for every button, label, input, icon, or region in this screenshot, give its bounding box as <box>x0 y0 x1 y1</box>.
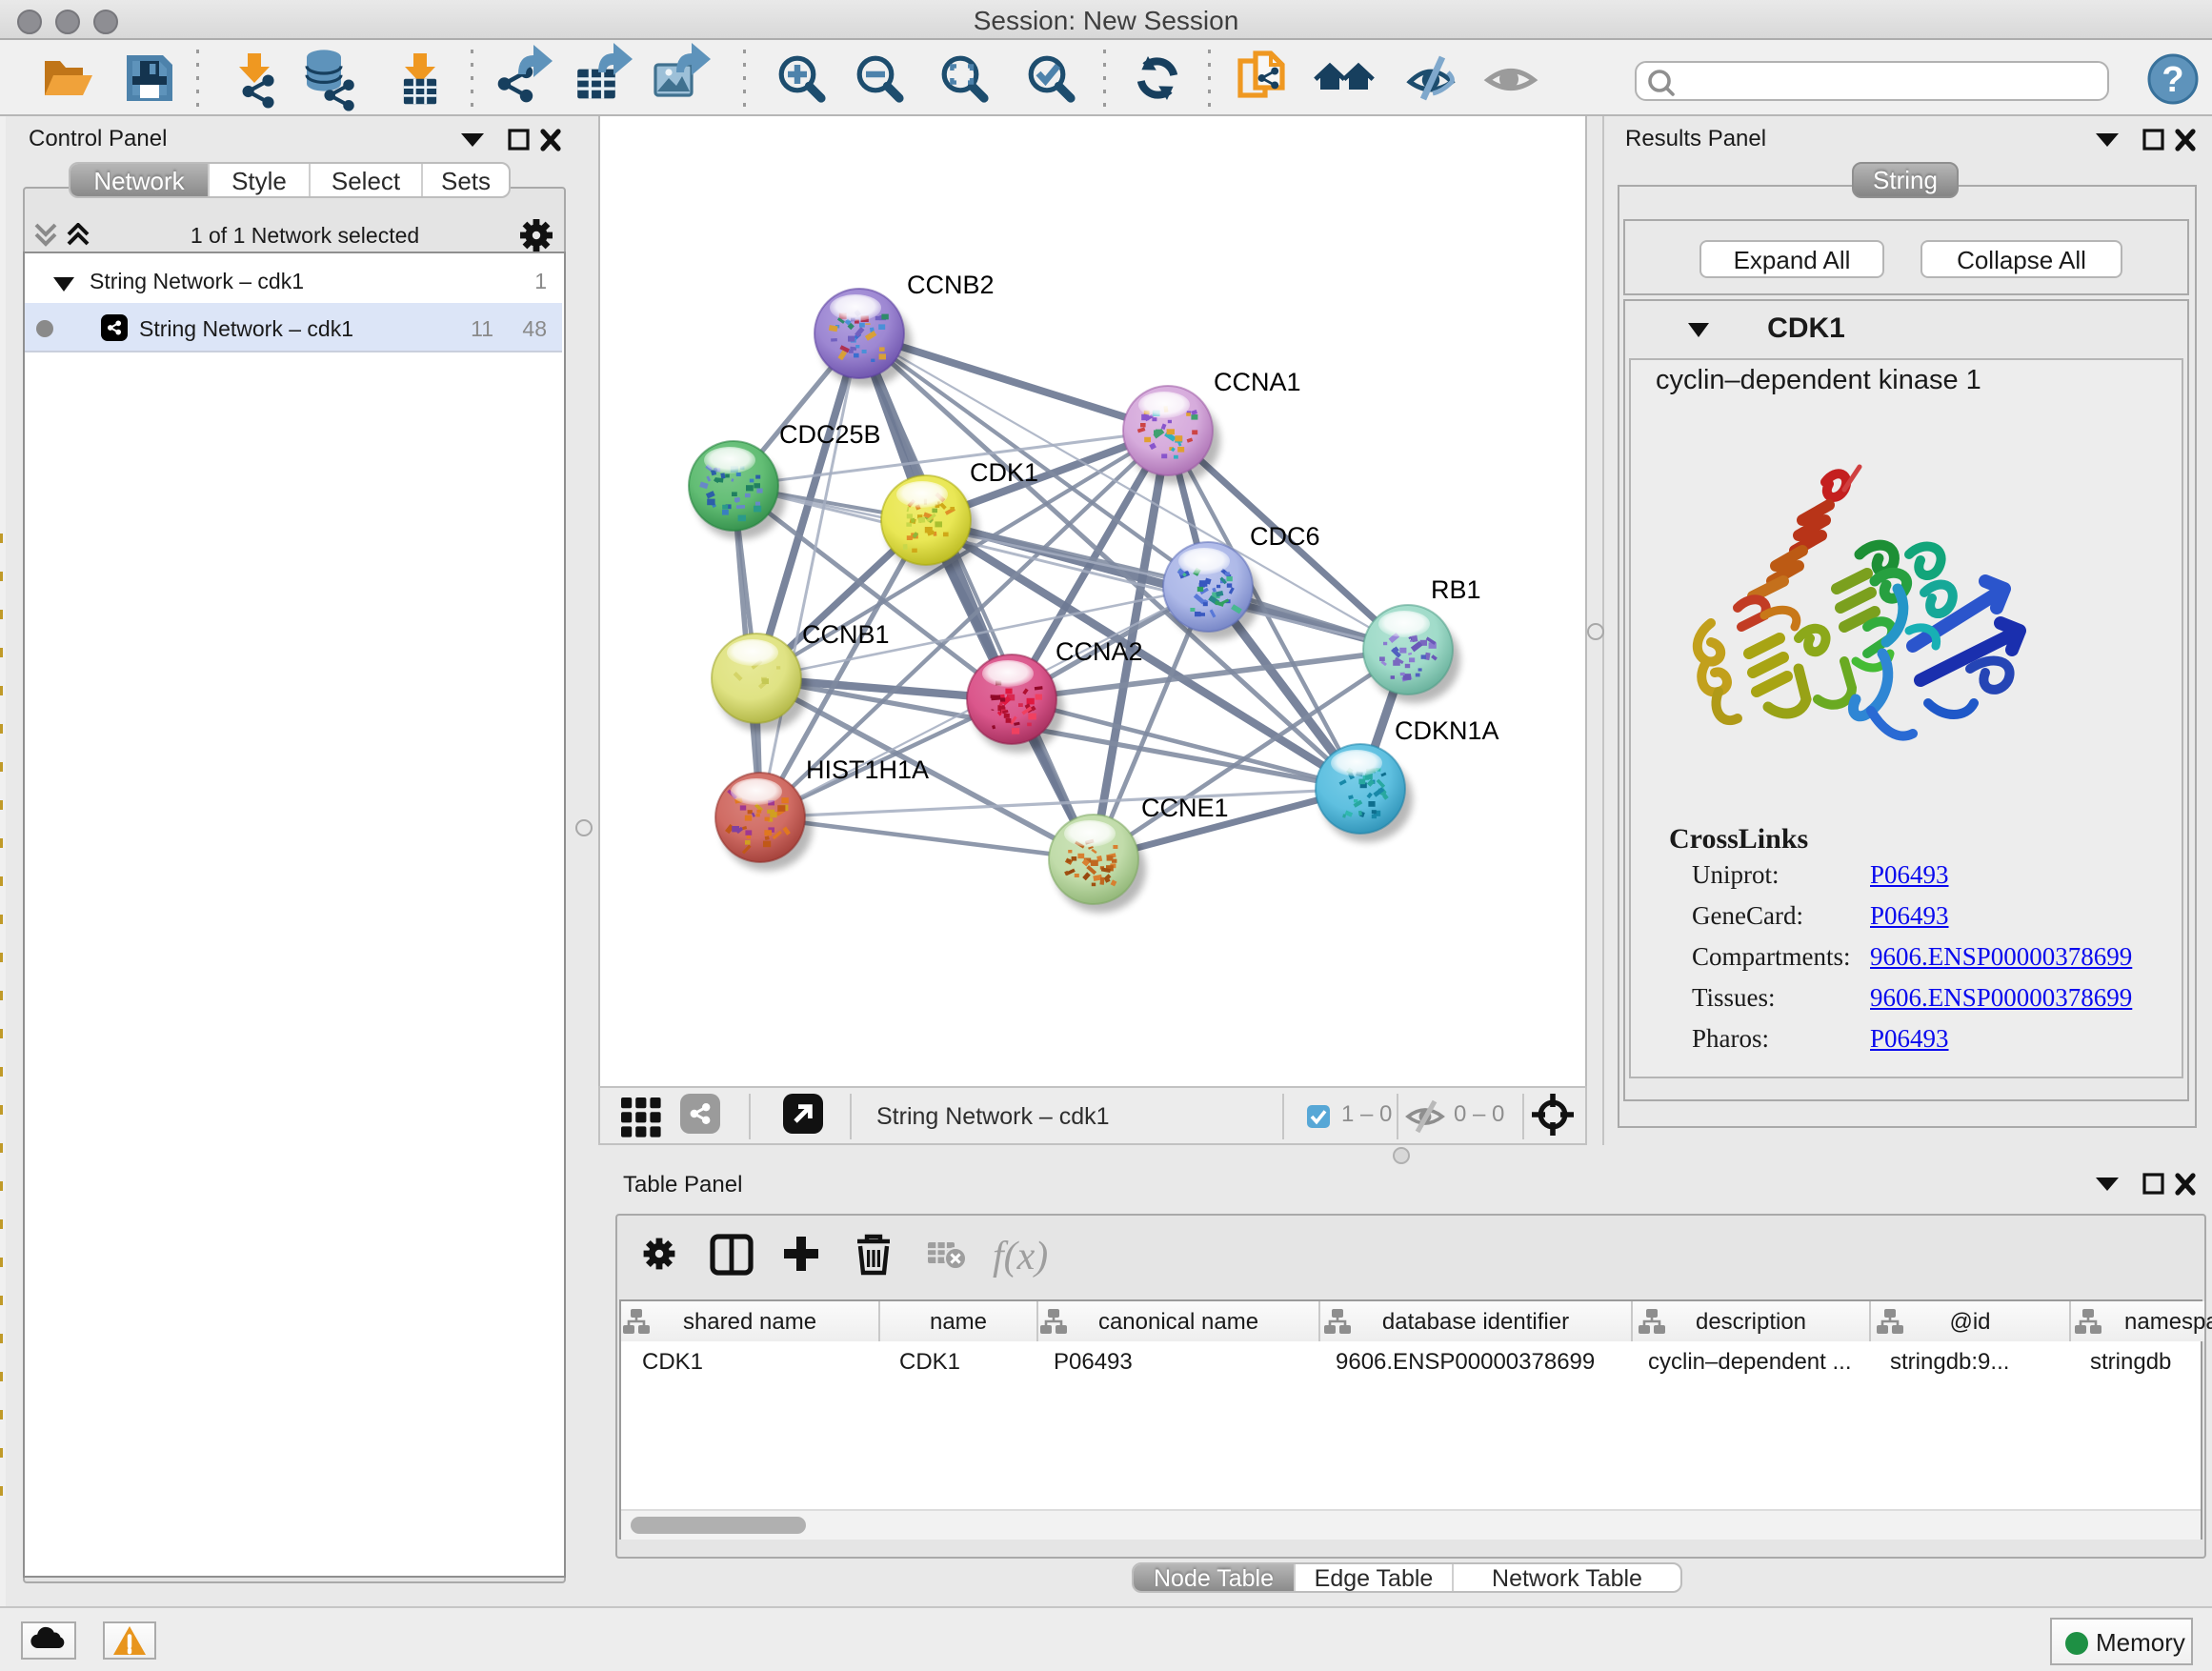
svg-text:CDC25B: CDC25B <box>779 420 881 449</box>
svg-text:CCNE1: CCNE1 <box>1141 794 1229 822</box>
svg-text:CCNB1: CCNB1 <box>802 620 890 649</box>
svg-text:?: ? <box>2162 60 2183 100</box>
svg-text:RB1: RB1 <box>1431 575 1481 604</box>
svg-text:HIST1H1A: HIST1H1A <box>806 755 929 784</box>
svg-text:CDK1: CDK1 <box>970 458 1038 487</box>
svg-text:CCNA2: CCNA2 <box>1056 637 1143 666</box>
svg-text:CDC6: CDC6 <box>1250 522 1320 551</box>
svg-text:CCNB2: CCNB2 <box>907 271 995 299</box>
svg-text:CCNA1: CCNA1 <box>1214 368 1301 396</box>
svg-text:CDKN1A: CDKN1A <box>1395 716 1499 745</box>
svg-text:f(x): f(x) <box>993 1235 1048 1278</box>
